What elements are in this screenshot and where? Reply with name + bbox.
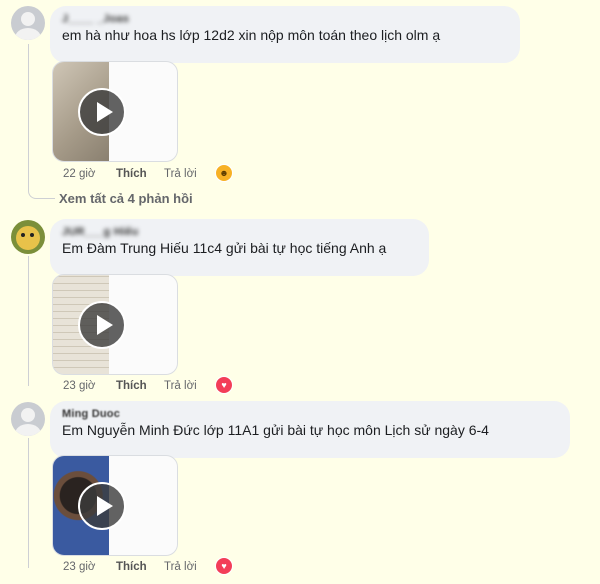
love-reaction-icon: ♥ — [215, 557, 233, 575]
love-reaction-icon: ♥ — [215, 376, 233, 394]
video-thumbnail[interactable] — [52, 455, 178, 556]
commenter-name[interactable]: J____ _Joas — [62, 12, 508, 26]
video-thumbnail[interactable] — [52, 61, 178, 162]
view-all-replies-link[interactable]: Xem tất cả 4 phản hồi — [59, 191, 193, 206]
avatar[interactable] — [11, 402, 45, 436]
play-icon[interactable] — [78, 301, 126, 349]
like-button[interactable]: Thích — [116, 378, 147, 394]
video-thumbnail[interactable] — [52, 274, 178, 375]
reply-button[interactable]: Trả lời — [164, 378, 197, 394]
thread-line — [28, 256, 29, 386]
commenter-name[interactable]: Ming Duoc — [62, 407, 558, 421]
comment-actions: 23 giờ Thích Trả lời 13 👍 ♥ — [60, 557, 300, 575]
thread-connector — [28, 176, 55, 199]
comment-time[interactable]: 23 giờ — [63, 378, 95, 394]
commenter-name[interactable]: JUR___g Hiếu — [62, 225, 417, 239]
thread-line — [28, 438, 29, 568]
comment-time[interactable]: 23 giờ — [63, 559, 95, 575]
play-icon[interactable] — [78, 88, 126, 136]
play-icon[interactable] — [78, 482, 126, 530]
reply-button[interactable]: Trả lời — [164, 166, 197, 182]
comment-actions: 22 giờ Thích Trả lời 13 👍 ♥ ☻ — [60, 164, 300, 182]
comment-text: em hà như hoa hs lớp 12d2 xin nộp môn to… — [62, 27, 441, 43]
avatar[interactable] — [11, 6, 45, 40]
comment-time[interactable]: 22 giờ — [63, 166, 95, 182]
like-button[interactable]: Thích — [116, 166, 147, 182]
reply-button[interactable]: Trả lời — [164, 559, 197, 575]
avatar[interactable] — [11, 220, 45, 254]
comment-actions: 23 giờ Thích Trả lời 6 👍 ♥ — [60, 376, 300, 394]
like-button[interactable]: Thích — [116, 559, 147, 575]
thread-line — [28, 44, 29, 176]
comment-bubble: J____ _Joas em hà như hoa hs lớp 12d2 xi… — [50, 6, 520, 63]
comment-bubble: JUR___g Hiếu Em Đàm Trung Hiếu 11c4 gửi … — [50, 219, 429, 276]
comment-bubble: Ming Duoc Em Nguyễn Minh Đức lớp 11A1 gử… — [50, 401, 570, 458]
haha-reaction-icon: ☻ — [215, 164, 233, 182]
comment-text: Em Nguyễn Minh Đức lớp 11A1 gửi bài tự h… — [62, 422, 489, 438]
comment-text: Em Đàm Trung Hiếu 11c4 gửi bài tự học ti… — [62, 240, 387, 256]
